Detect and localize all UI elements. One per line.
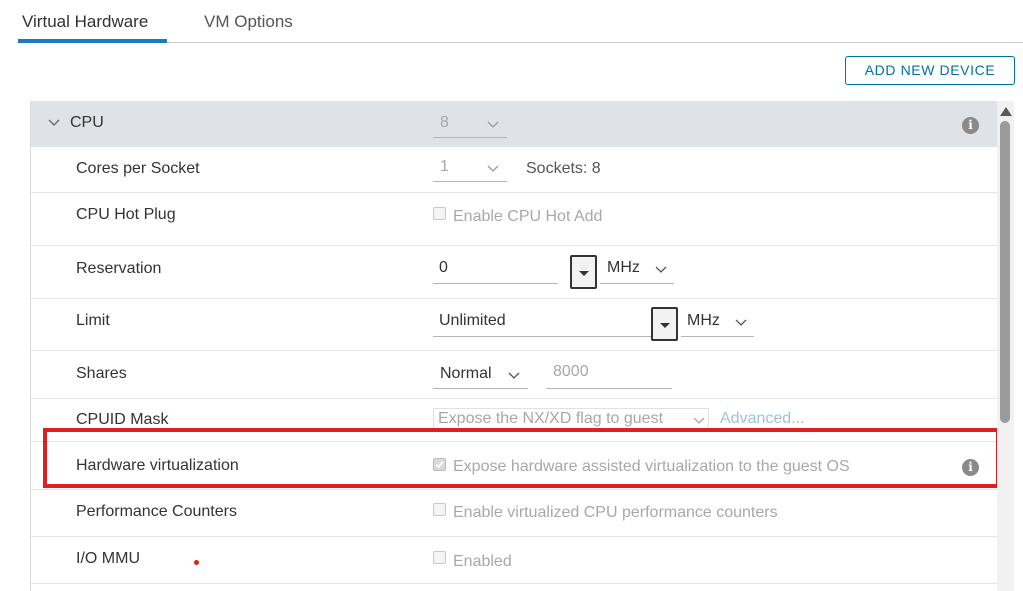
cpu-count-select: 8	[433, 114, 507, 138]
chevron-down-icon	[508, 372, 520, 379]
io-mmu-label: I/O MMU	[76, 550, 140, 567]
add-new-device-button[interactable]: ADD NEW DEVICE	[845, 56, 1015, 85]
shares-level-value: Normal	[440, 365, 492, 382]
chevron-down-icon[interactable]	[47, 116, 61, 130]
cpu-hot-plug-row: CPU Hot Plug Enable CPU Hot Add	[31, 193, 997, 246]
cores-per-socket-value: 1	[440, 158, 449, 175]
limit-unit-select[interactable]: MHz	[681, 310, 754, 337]
limit-label: Limit	[76, 312, 110, 329]
cpu-hot-add-checkbox	[433, 207, 446, 220]
tab-virtual-hardware[interactable]: Virtual Hardware	[22, 12, 148, 32]
vertical-scrollbar[interactable]	[997, 101, 1014, 591]
reservation-label: Reservation	[76, 260, 162, 277]
cpu-hot-add-text: Enable CPU Hot Add	[453, 208, 603, 225]
limit-input[interactable]: Unlimited	[433, 310, 651, 337]
cores-per-socket-row: Cores per Socket 1 Sockets: 8	[31, 147, 997, 193]
sockets-text: Sockets: 8	[526, 160, 601, 177]
cpu-section-header[interactable]: CPU 8 i	[31, 101, 997, 147]
chevron-down-icon	[487, 165, 499, 172]
chevron-down-icon	[735, 319, 747, 326]
reservation-value: 0	[439, 259, 448, 276]
limit-row: Limit Unlimited MHz	[31, 299, 997, 351]
info-icon[interactable]: i	[962, 117, 979, 134]
limit-unit: MHz	[687, 312, 720, 329]
io-mmu-text: Enabled	[453, 553, 512, 570]
limit-dropdown-button[interactable]	[651, 307, 678, 341]
cpu-hot-plug-label: CPU Hot Plug	[76, 206, 176, 223]
shares-value: 8000	[553, 363, 589, 380]
cpu-label: CPU	[70, 114, 104, 131]
tab-bar: Virtual Hardware VM Options	[18, 0, 1023, 43]
io-mmu-row: I/O MMU Enabled	[31, 537, 997, 584]
cpuid-advanced-link[interactable]: Advanced...	[720, 410, 805, 428]
chevron-down-icon	[655, 266, 667, 273]
annotation-dot	[194, 560, 199, 565]
performance-counters-row: Performance Counters Enable virtualized …	[31, 490, 997, 537]
tab-vm-options[interactable]: VM Options	[204, 12, 293, 32]
shares-level-select[interactable]: Normal	[433, 362, 528, 389]
reservation-row: Reservation 0 MHz	[31, 246, 997, 299]
cores-per-socket-select: 1	[433, 158, 507, 182]
reservation-unit-select[interactable]: MHz	[600, 257, 674, 284]
cpu-count-value: 8	[440, 114, 449, 131]
cpuid-mask-value: Expose the NX/XD flag to guest	[438, 410, 664, 427]
cpuid-mask-label: CPUID Mask	[76, 411, 169, 428]
scroll-up-arrow-icon[interactable]	[1000, 107, 1012, 116]
shares-label: Shares	[76, 365, 127, 382]
cores-per-socket-label: Cores per Socket	[76, 160, 200, 177]
active-tab-indicator	[18, 39, 167, 43]
chevron-down-icon	[487, 121, 499, 128]
limit-value: Unlimited	[439, 312, 506, 329]
io-mmu-checkbox	[433, 551, 446, 564]
reservation-dropdown-button[interactable]	[570, 255, 597, 289]
reservation-unit: MHz	[607, 259, 640, 276]
shares-row: Shares Normal 8000	[31, 351, 997, 399]
scroll-thumb[interactable]	[1000, 121, 1010, 423]
performance-counters-label: Performance Counters	[76, 503, 237, 520]
cpu-settings-panel: CPU 8 i Cores per Socket 1 Sockets: 8 CP…	[30, 101, 997, 591]
shares-value-input: 8000	[546, 362, 672, 389]
reservation-input[interactable]: 0	[433, 257, 558, 284]
highlight-annotation-box	[43, 428, 1000, 488]
performance-counters-text: Enable virtualized CPU performance count…	[453, 504, 778, 521]
performance-counters-checkbox	[433, 503, 446, 516]
chevron-down-icon	[693, 417, 705, 424]
